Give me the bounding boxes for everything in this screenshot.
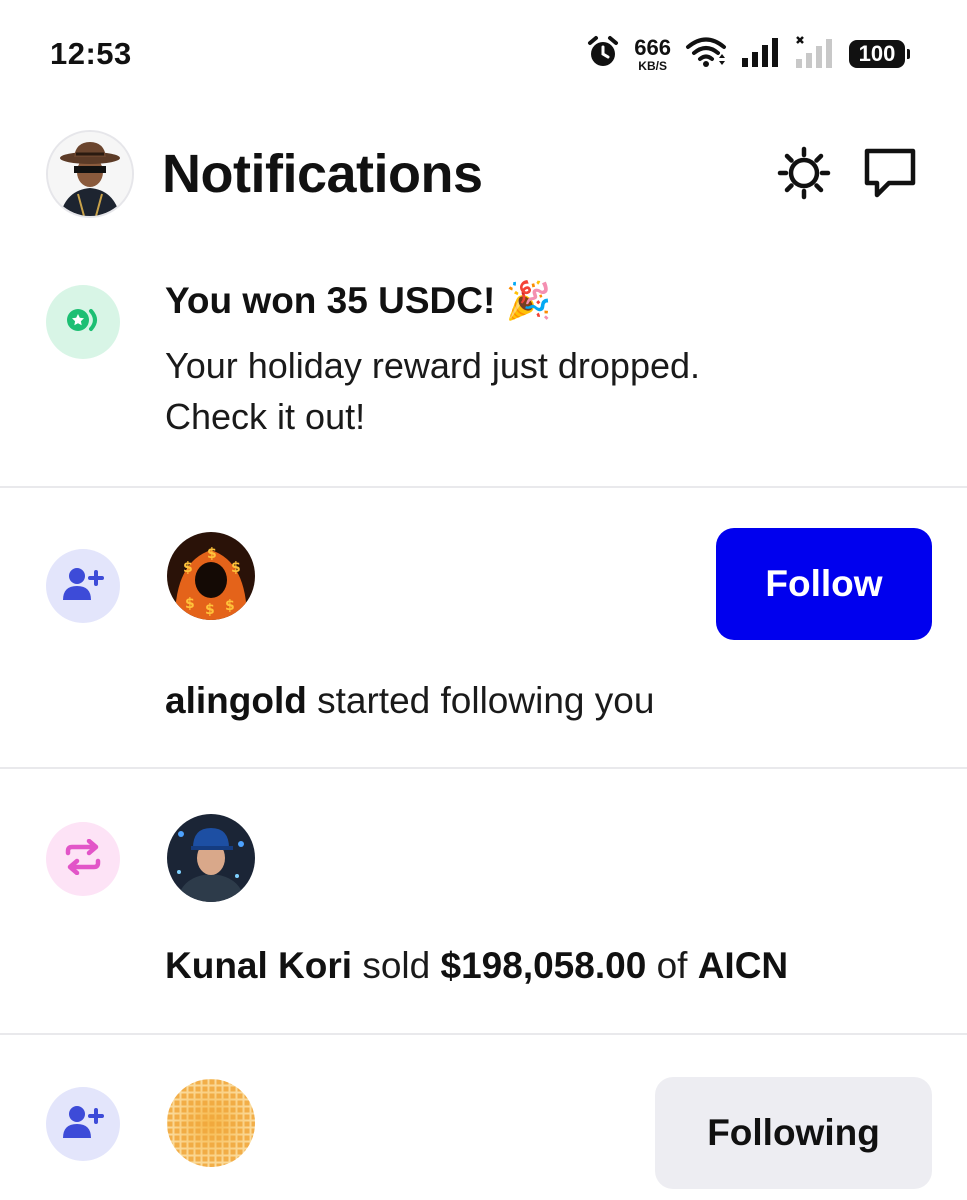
add-user-icon — [62, 1104, 104, 1145]
user-avatar[interactable] — [167, 1079, 255, 1167]
svg-text:$: $ — [185, 596, 195, 612]
signal-no-service-icon — [795, 35, 835, 74]
notification-trade[interactable]: Kunal Kori sold $198,058.00 of AICN — [0, 769, 967, 1033]
status-bar: 12:53 666 KB/S 100 — [0, 0, 967, 110]
reward-coin-icon — [63, 305, 103, 340]
reward-title: You won 35 USDC! 🎉 — [165, 280, 552, 321]
messages-icon — [861, 145, 919, 206]
signal-icon — [741, 36, 781, 73]
svg-text:$: $ — [225, 598, 235, 614]
messages-button[interactable] — [860, 145, 920, 205]
trade-text: Kunal Kori sold $198,058.00 of AICN — [165, 945, 788, 987]
trade-amount: $198,058.00 — [440, 945, 647, 986]
settings-button[interactable] — [774, 145, 834, 205]
header: Notifications — [0, 125, 967, 225]
user-avatar-kunal-kori[interactable] — [167, 814, 255, 902]
add-user-icon — [62, 566, 104, 607]
trade-username[interactable]: Kunal Kori — [165, 945, 352, 986]
follow-type-badge — [46, 1087, 120, 1161]
notification-follow[interactable]: Following — [0, 1035, 967, 1200]
net-speed-value: 666 — [634, 34, 671, 60]
alarm-icon — [586, 35, 620, 74]
status-icons: 666 KB/S 100 — [586, 34, 910, 74]
net-speed: 666 KB/S — [634, 34, 671, 73]
trade-preposition: of — [656, 945, 688, 986]
settings-icon — [776, 145, 832, 206]
reward-body-line1: Your holiday reward just dropped. — [165, 345, 701, 386]
trade-type-badge — [46, 822, 120, 896]
page-title: Notifications — [162, 144, 483, 204]
trade-verb: sold — [362, 945, 431, 986]
follow-type-badge — [46, 549, 120, 623]
reward-type-badge — [46, 285, 120, 359]
follow-text: alingold started following you — [165, 680, 654, 722]
follow-button[interactable]: Follow — [716, 528, 932, 640]
reward-body-line2: Check it out! — [165, 396, 366, 437]
swap-icon — [64, 838, 102, 880]
battery-icon: 100 — [849, 40, 910, 68]
profile-avatar[interactable] — [46, 130, 134, 218]
svg-text:$: $ — [205, 602, 215, 618]
notification-reward[interactable]: You won 35 USDC! 🎉 Your holiday reward j… — [0, 260, 967, 487]
svg-text:$: $ — [207, 546, 217, 562]
trade-token[interactable]: AICN — [698, 945, 788, 986]
notification-follow[interactable]: $ $ $ $ $ $ Follow alingold started followi… — [0, 488, 967, 767]
user-avatar-alingold[interactable]: $ $ $ $ $ $ — [167, 532, 255, 620]
reward-body: Your holiday reward just dropped. Check … — [165, 340, 700, 442]
follow-message: started following you — [317, 680, 655, 721]
status-time: 12:53 — [50, 36, 132, 71]
following-button[interactable]: Following — [655, 1077, 932, 1189]
wifi-icon — [685, 36, 727, 73]
svg-text:$: $ — [231, 560, 241, 576]
net-speed-unit: KB/S — [638, 58, 667, 73]
follow-username[interactable]: alingold — [165, 680, 307, 721]
svg-text:$: $ — [183, 560, 193, 576]
